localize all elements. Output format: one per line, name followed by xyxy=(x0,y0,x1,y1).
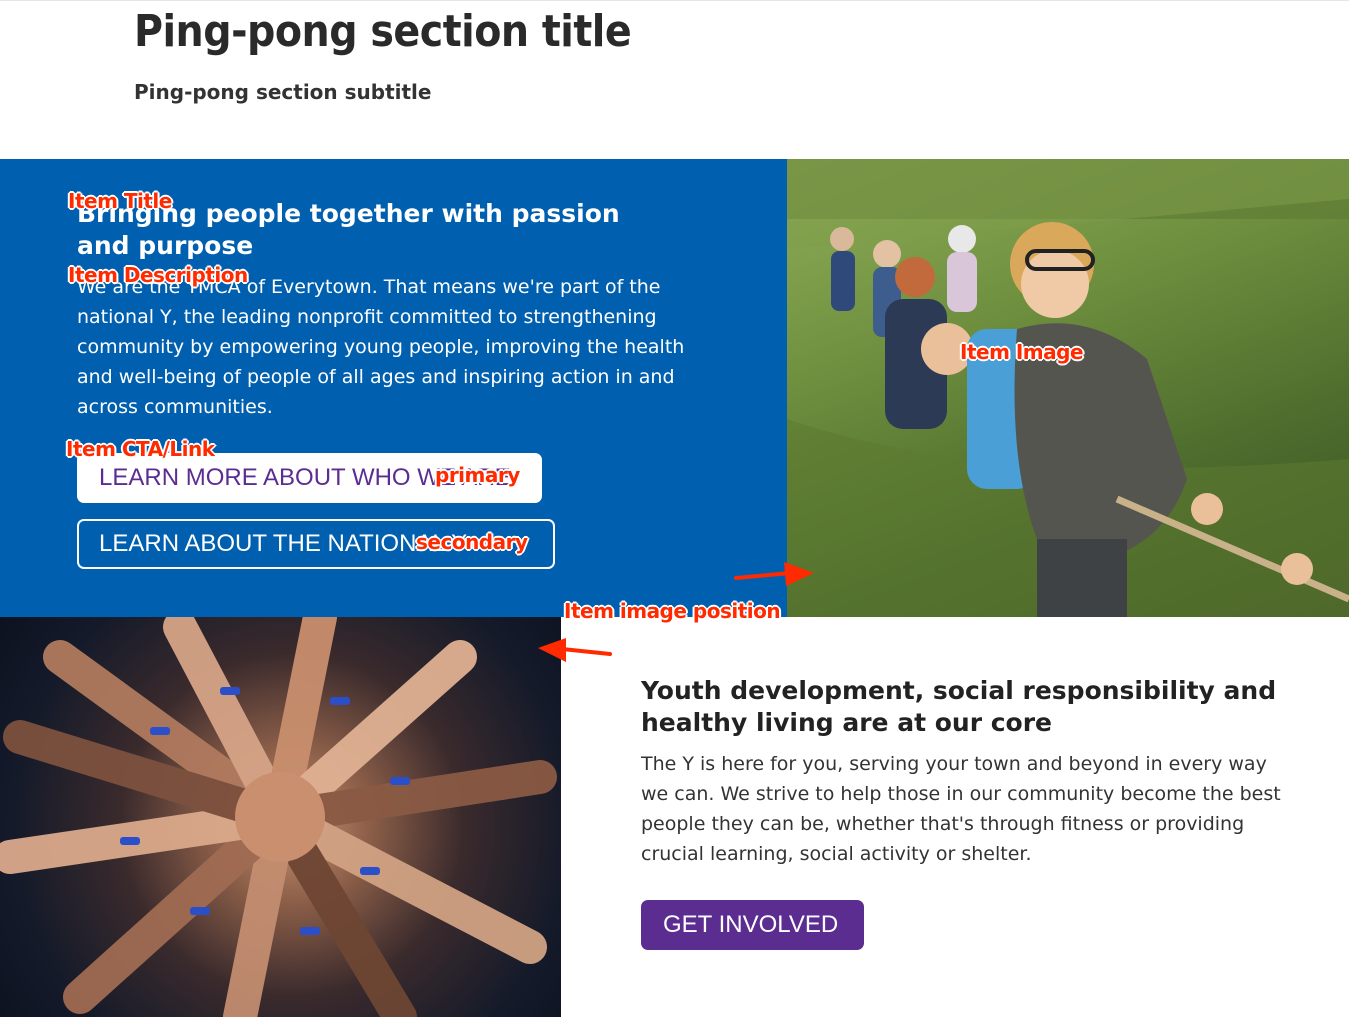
item-2-title: Youth development, social responsibility… xyxy=(641,676,1277,737)
item-1-description: We are the YMCA of Everytown. That means… xyxy=(77,276,685,418)
arrow-right-icon xyxy=(734,562,814,586)
annotation-primary: primary xyxy=(435,463,520,487)
annotation-item-cta: Item CTA/Link xyxy=(66,437,215,461)
annotation-item-description: Item Description xyxy=(68,263,248,287)
arrow-left-icon xyxy=(538,638,612,662)
annotation-item-title: Item Title xyxy=(68,189,172,213)
annotation-item-image: Item Image xyxy=(960,340,1084,364)
tug-of-war-photo-illustration xyxy=(787,159,1349,617)
get-involved-button[interactable]: GET INVOLVED xyxy=(641,900,864,950)
section-title: Ping-pong section title xyxy=(134,6,632,57)
item-2-image-hands-together xyxy=(0,617,561,1017)
item-1-image-tug-of-war xyxy=(787,159,1349,617)
annotation-secondary: secondary xyxy=(416,530,528,554)
annotation-item-image-position: Item image position xyxy=(564,599,781,623)
top-divider xyxy=(0,0,1349,1)
hands-circle-photo-illustration xyxy=(0,617,557,1017)
item-2-description: The Y is here for you, serving your town… xyxy=(641,753,1281,865)
section-subtitle: Ping-pong section subtitle xyxy=(134,80,432,104)
